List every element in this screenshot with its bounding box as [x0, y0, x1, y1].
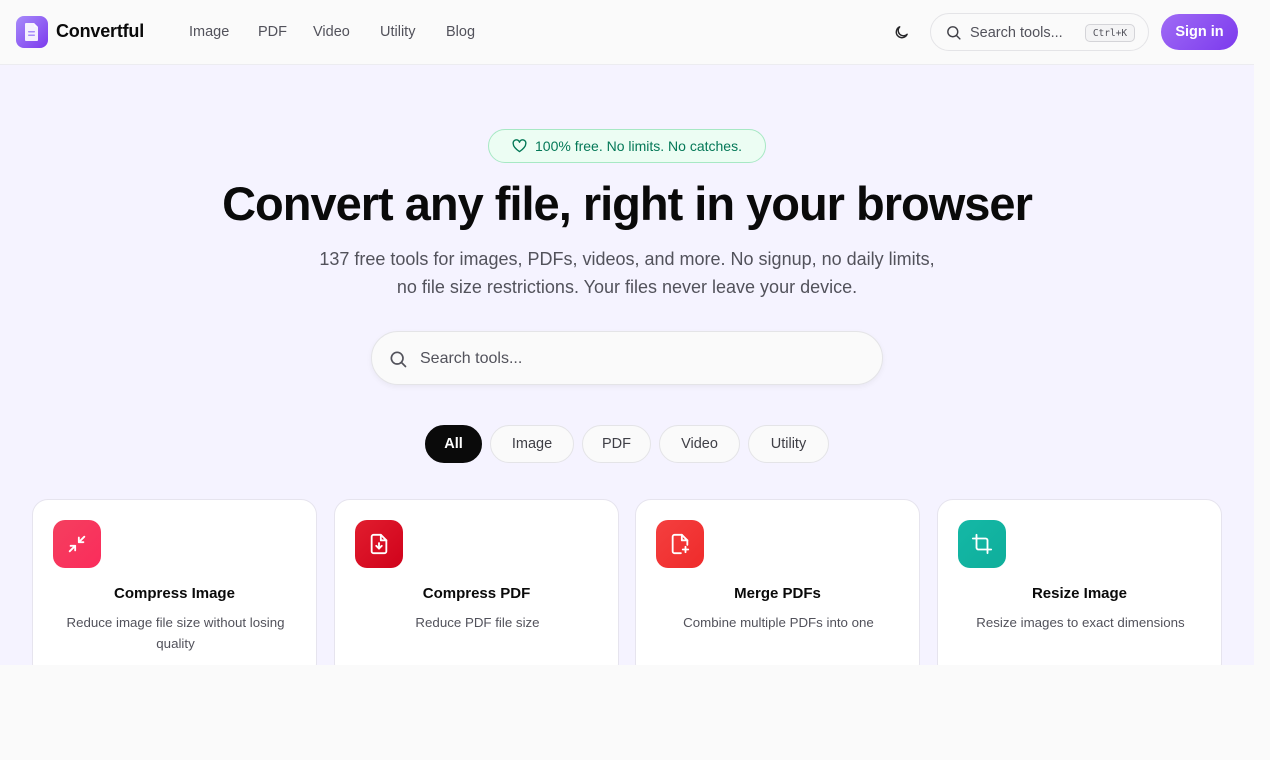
free-badge: 100% free. No limits. No catches.: [488, 129, 766, 163]
file-download-icon: [355, 520, 403, 568]
tool-card-title: Compress Image: [114, 585, 235, 602]
tool-card-description: Resize images to exact dimensions: [976, 615, 1185, 630]
moon-icon: [895, 25, 908, 38]
hero-title: Convert any file, right in your browser: [222, 177, 1033, 230]
top-navbar: Convertful Image PDF Video Utility Blog …: [0, 0, 1254, 65]
tool-search-input[interactable]: Search tools...: [371, 331, 883, 385]
tool-card-merge-pdfs[interactable]: Merge PDFs Combine multiple PDFs into on…: [635, 499, 920, 665]
sign-in-button[interactable]: Sign in: [1161, 14, 1238, 50]
filter-chip-video[interactable]: Video: [659, 425, 740, 463]
nav-link-image[interactable]: Image: [189, 24, 229, 40]
tool-card-title: Merge PDFs: [734, 585, 821, 602]
hero-subtitle: 137 free tools for images, PDFs, videos,…: [0, 245, 1254, 301]
tool-card-description: Combine multiple PDFs into one: [683, 615, 874, 630]
filter-chip-utility[interactable]: Utility: [748, 425, 829, 463]
file-plus-icon: [656, 520, 704, 568]
badge-text: 100% free. No limits. No catches.: [535, 138, 742, 154]
search-icon: [947, 26, 961, 40]
nav-link-blog[interactable]: Blog: [446, 24, 475, 40]
app-name[interactable]: Convertful: [56, 21, 144, 42]
nav-link-video[interactable]: Video: [313, 24, 350, 40]
filter-chip-image[interactable]: Image: [490, 425, 574, 463]
header-search-placeholder: Search tools...: [970, 25, 1063, 41]
search-shortcut-hint: Ctrl+K: [1085, 24, 1135, 42]
theme-toggle-button[interactable]: [889, 20, 913, 44]
hero-subtitle-line: no file size restrictions. Your files ne…: [396, 277, 858, 297]
crop-icon: [958, 520, 1006, 568]
heart-icon: [512, 139, 527, 153]
hero-subtitle-line: 137 free tools for images, PDFs, videos,…: [319, 249, 935, 269]
tool-card-compress-pdf[interactable]: Compress PDF Reduce PDF file size: [334, 499, 619, 665]
filter-chip-pdf[interactable]: PDF: [582, 425, 651, 463]
page-viewport: Convertful Image PDF Video Utility Blog …: [0, 0, 1254, 665]
nav-link-pdf[interactable]: PDF: [258, 24, 287, 40]
header-search-input[interactable]: Search tools... Ctrl+K: [930, 13, 1149, 51]
tool-card-resize-image[interactable]: Resize Image Resize images to exact dime…: [937, 499, 1222, 665]
tool-search-placeholder: Search tools...: [420, 350, 523, 367]
tool-card-compress-image[interactable]: Compress Image Reduce image file size wi…: [32, 499, 317, 665]
tool-card-description: Reduce PDF file size: [415, 615, 540, 630]
minimize-arrows-icon: [53, 520, 101, 568]
tool-card-description: Reduce image file size without losing qu…: [66, 615, 285, 651]
tool-card-title: Compress PDF: [422, 585, 531, 602]
tool-card-title: Resize Image: [1031, 585, 1128, 602]
filter-chip-all[interactable]: All: [425, 425, 482, 463]
nav-link-utility[interactable]: Utility: [380, 24, 415, 40]
logo-icon[interactable]: [16, 16, 48, 48]
search-icon: [390, 351, 407, 368]
